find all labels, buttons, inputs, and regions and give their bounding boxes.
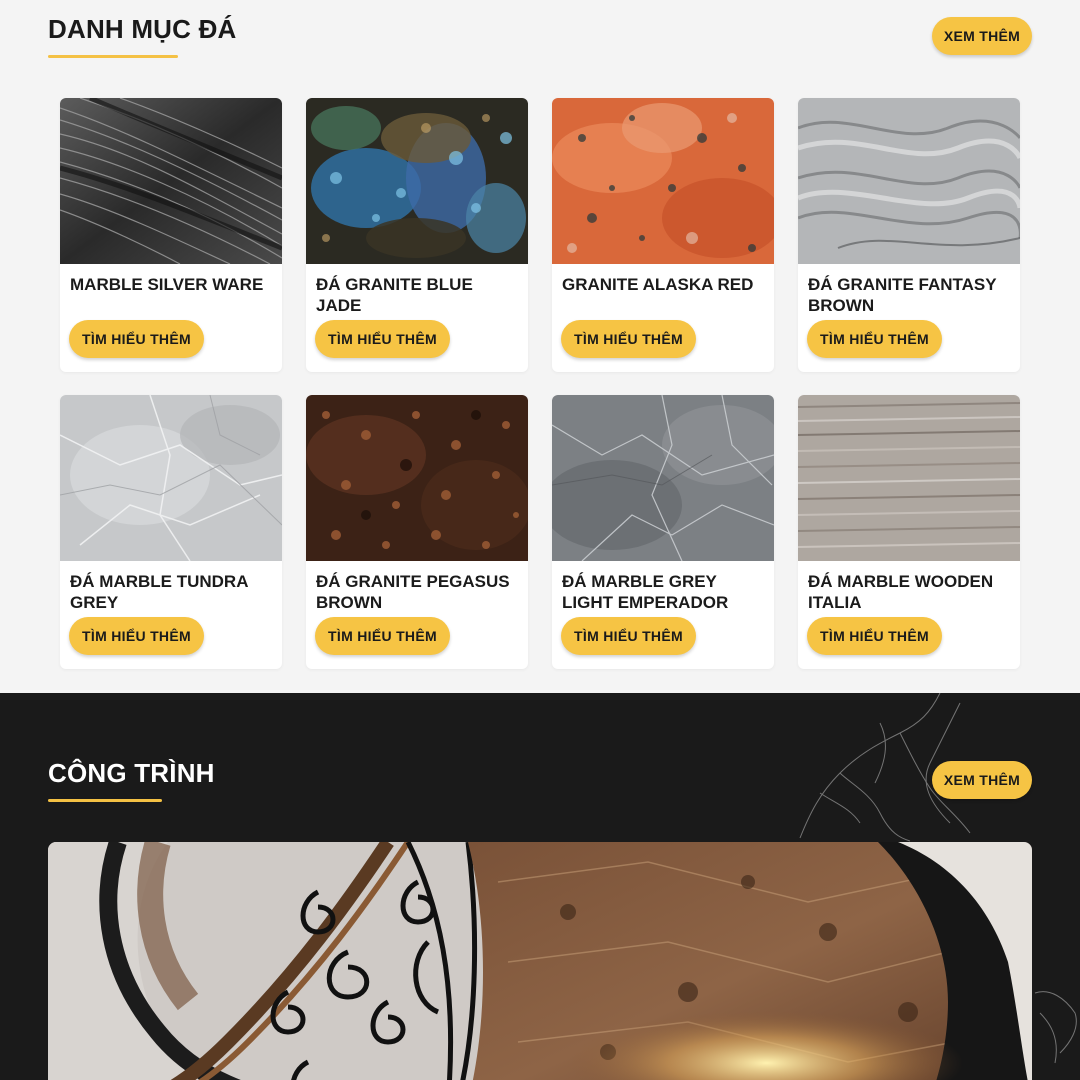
learn-more-button[interactable]: TÌM HIỂU THÊM <box>561 617 696 655</box>
stone-name: ĐÁ MARBLE WOODEN ITALIA <box>808 572 994 612</box>
stone-name: ĐÁ GRANITE FANTASY BROWN <box>808 275 997 315</box>
stone-name: ĐÁ MARBLE TUNDRA GREY <box>70 572 248 612</box>
section-title: DANH MỤC ĐÁ <box>48 14 237 44</box>
learn-more-button[interactable]: TÌM HIỂU THÊM <box>315 320 450 358</box>
decorative-sketch <box>1034 991 1077 1064</box>
learn-more-button[interactable]: TÌM HIỂU THÊM <box>561 320 696 358</box>
product-card[interactable]: ĐÁ MARBLE WOODEN ITALIA TÌM HIỂU THÊM <box>798 395 1020 669</box>
product-card[interactable]: MARBLE SILVER WARE TÌM HIỂU THÊM <box>60 98 282 372</box>
section-title: CÔNG TRÌNH <box>48 758 215 788</box>
stone-image[interactable] <box>552 98 774 264</box>
stone-image[interactable] <box>798 395 1020 561</box>
product-card[interactable]: ĐÁ GRANITE PEGASUS BROWN TÌM HIỂU THÊM <box>306 395 528 669</box>
stone-image[interactable] <box>306 395 528 561</box>
stone-name: ĐÁ MARBLE GREY LIGHT EMPERADOR <box>562 572 729 612</box>
product-card[interactable]: ĐÁ MARBLE GREY LIGHT EMPERADOR TÌM HIỂU … <box>552 395 774 669</box>
learn-more-button[interactable]: TÌM HIỂU THÊM <box>807 617 942 655</box>
product-card[interactable]: ĐÁ MARBLE TUNDRA GREY TÌM HIỂU THÊM <box>60 395 282 669</box>
stone-name: GRANITE ALASKA RED <box>562 275 754 294</box>
stone-name: ĐÁ GRANITE PEGASUS BROWN <box>316 572 510 612</box>
product-card[interactable]: ĐÁ GRANITE FANTASY BROWN TÌM HIỂU THÊM <box>798 98 1020 372</box>
stone-image[interactable] <box>798 98 1020 264</box>
learn-more-button[interactable]: TÌM HIỂU THÊM <box>315 617 450 655</box>
view-more-button[interactable]: XEM THÊM <box>932 761 1032 799</box>
stone-image[interactable] <box>552 395 774 561</box>
product-card[interactable]: GRANITE ALASKA RED TÌM HIỂU THÊM <box>552 98 774 372</box>
stone-image[interactable] <box>60 395 282 561</box>
learn-more-button[interactable]: TÌM HIỂU THÊM <box>807 320 942 358</box>
learn-more-button[interactable]: TÌM HIỂU THÊM <box>69 617 204 655</box>
title-underline <box>48 55 178 58</box>
stone-image[interactable] <box>306 98 528 264</box>
projects-section: CÔNG TRÌNH XEM THÊM <box>0 693 1080 1080</box>
stone-category-section: DANH MỤC ĐÁ XEM THÊM MARBLE SILVER WARE <box>0 0 1080 693</box>
product-card[interactable]: ĐÁ GRANITE BLUE JADE TÌM HIỂU THÊM <box>306 98 528 372</box>
stone-name: ĐÁ GRANITE BLUE JADE <box>316 275 473 315</box>
view-more-button[interactable]: XEM THÊM <box>932 17 1032 55</box>
project-image[interactable] <box>48 842 1032 1080</box>
stone-name: MARBLE SILVER WARE <box>70 275 264 294</box>
stone-image[interactable] <box>60 98 282 264</box>
title-underline <box>48 799 162 802</box>
learn-more-button[interactable]: TÌM HIỂU THÊM <box>69 320 204 358</box>
